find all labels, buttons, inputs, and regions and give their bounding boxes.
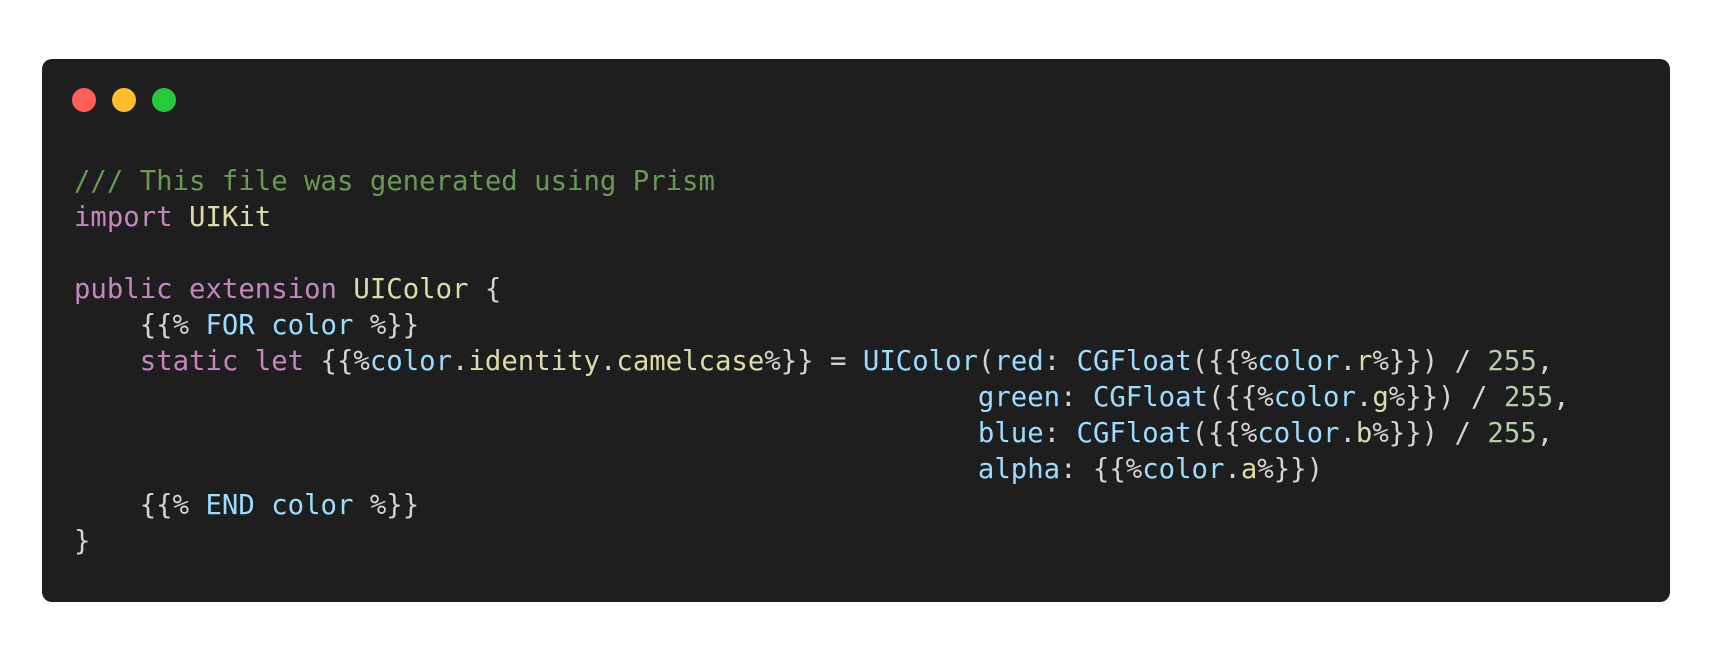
code-token: ({{%	[1191, 418, 1258, 449]
code-token: :	[1043, 346, 1077, 377]
code-line: import UIKit	[74, 200, 1570, 236]
code-token: :	[1043, 418, 1077, 449]
code-token: UIKit	[189, 202, 272, 233]
code-token: :	[1060, 382, 1093, 413]
code-token: UIColor	[862, 346, 978, 377]
code-line: /// This file was generated using Prism	[74, 164, 1570, 200]
code-line: }	[74, 524, 1570, 560]
code-token: r	[1356, 346, 1373, 377]
code-token: ({{%	[1191, 346, 1258, 377]
code-token: 255	[1503, 382, 1554, 413]
code-token: .	[599, 346, 617, 377]
code-line: public extension UIColor {	[74, 272, 1570, 308]
code-token: CGFloat	[1092, 382, 1208, 413]
code-token: : {{%	[1060, 454, 1143, 485]
code-token: CGFloat	[1076, 418, 1192, 449]
code-token: 255	[1487, 418, 1537, 449]
code-token: color	[1257, 346, 1340, 377]
code-token: color	[1257, 418, 1340, 449]
code-token: alpha	[977, 454, 1061, 485]
code-token: .	[1339, 418, 1356, 449]
code-token: FOR color	[205, 310, 354, 341]
code-token: UIColor	[353, 274, 469, 305]
code-token: END color	[205, 490, 354, 521]
code-token: {{%	[74, 310, 206, 341]
code-line: {{% END color %}}	[74, 488, 1570, 524]
code-token: green	[977, 382, 1061, 413]
code-token: .	[1339, 346, 1356, 377]
code-token: extension	[189, 274, 337, 305]
code-window: /// This file was generated using Prism i…	[42, 59, 1670, 602]
code-token: ,	[1536, 418, 1554, 449]
code-token: (	[977, 346, 995, 377]
code-token: %}}) /	[1372, 346, 1488, 377]
code-token: %}}	[353, 310, 420, 341]
minimize-button[interactable]	[112, 88, 136, 112]
code-token: blue	[977, 418, 1044, 449]
code-token: 255	[1487, 346, 1537, 377]
code-token: identity	[468, 346, 600, 377]
code-token: .	[452, 346, 469, 377]
code-token: let	[254, 346, 305, 377]
code-token: public	[74, 274, 173, 305]
code-token: {{%	[304, 346, 370, 377]
code-line: alpha: {{%color.a%}})	[74, 452, 1570, 488]
code-token: color	[1273, 382, 1356, 413]
code-token: /// This file was generated using Prism	[74, 166, 715, 197]
code-token: %}}) /	[1388, 382, 1504, 413]
code-token: static	[139, 346, 239, 377]
code-token: red	[994, 346, 1044, 377]
code-line: {{% FOR color %}}	[74, 308, 1570, 344]
code-token: {{%	[74, 490, 206, 521]
code-token: camelcase	[616, 346, 765, 377]
code-line: static let {{%color.identity.camelcase%}…	[74, 344, 1570, 380]
code-token: %}}) /	[1372, 418, 1488, 449]
code-token: color	[369, 346, 453, 377]
code-token: %}} =	[764, 346, 863, 377]
code-line: green: CGFloat({{%color.g%}}) / 255,	[74, 380, 1570, 416]
code-token: import	[74, 202, 173, 233]
code-token: .	[1224, 454, 1241, 485]
code-token: a	[1240, 454, 1258, 485]
code-token: g	[1372, 382, 1389, 413]
code-token: %}})	[1257, 454, 1324, 485]
code-token: ,	[1553, 382, 1570, 413]
code-token: }	[74, 526, 91, 557]
code-token: .	[1355, 382, 1373, 413]
zoom-button[interactable]	[152, 88, 176, 112]
code-token: CGFloat	[1076, 346, 1192, 377]
code-token: ({{%	[1207, 382, 1274, 413]
code-token: b	[1355, 418, 1373, 449]
code-token: ,	[1536, 346, 1554, 377]
code-block: /// This file was generated using Prism i…	[74, 164, 1570, 560]
code-token: color	[1142, 454, 1225, 485]
code-token: {	[468, 274, 502, 305]
code-token: %}}	[353, 490, 420, 521]
close-button[interactable]	[72, 88, 96, 112]
code-line: blue: CGFloat({{%color.b%}}) / 255,	[74, 416, 1570, 452]
